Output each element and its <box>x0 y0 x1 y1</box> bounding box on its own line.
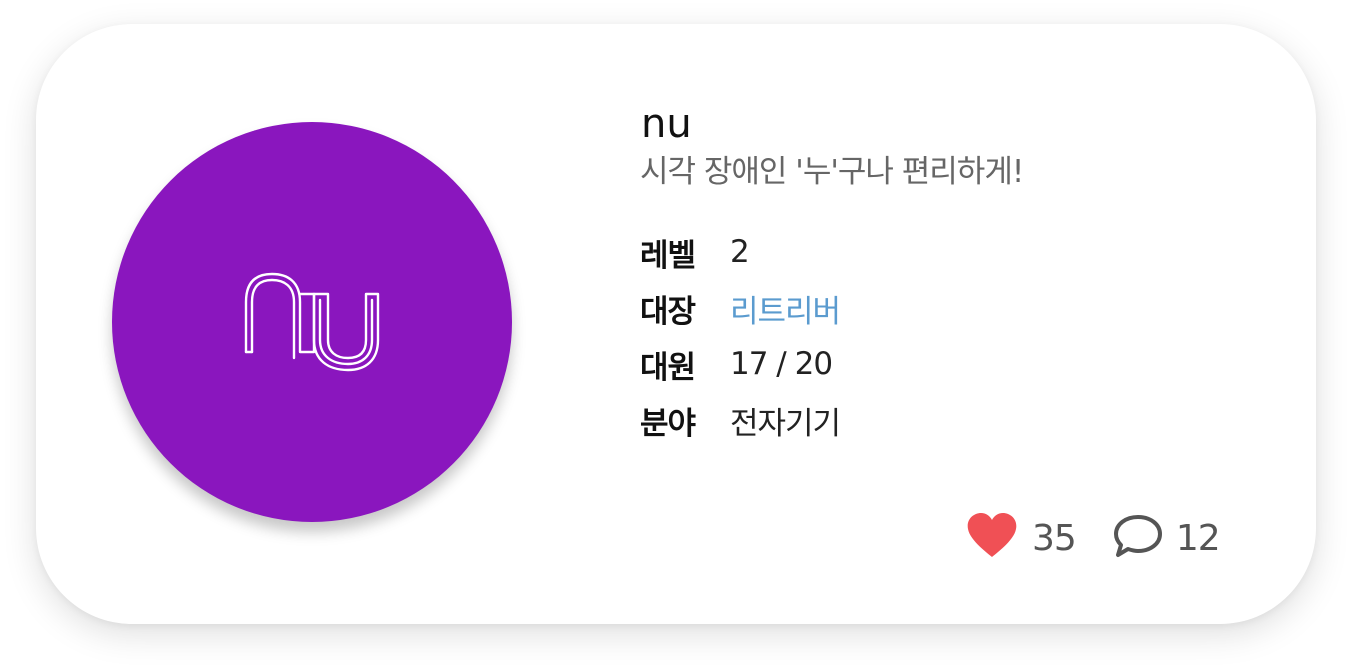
comment-icon[interactable] <box>1112 513 1164 563</box>
info-row-leader: 대장 리트리버 <box>640 286 841 331</box>
info-label: 분야 <box>640 405 696 442</box>
heart-icon[interactable] <box>966 513 1018 563</box>
team-stats: 35 12 <box>966 513 1221 563</box>
like-count: 35 <box>1032 517 1077 559</box>
nu-logo <box>244 272 380 372</box>
info-row-field: 분야 전자기기 <box>640 398 841 442</box>
info-value: 전자기기 <box>730 405 841 442</box>
team-tagline: 시각 장애인 '누'구나 편리하게! <box>640 154 1024 190</box>
info-row-level: 레벨 2 <box>640 230 750 274</box>
team-card[interactable]: nu 시각 장애인 '누'구나 편리하게! 레벨 2 대장 리트리버 대원 17… <box>36 24 1316 624</box>
comment-count: 12 <box>1175 517 1221 559</box>
info-label: 레벨 <box>640 237 696 274</box>
info-label: 대장 <box>640 293 696 330</box>
info-label: 대원 <box>640 349 696 386</box>
leader-link[interactable]: 리트리버 <box>730 286 841 331</box>
team-name: nu <box>641 101 692 147</box>
info-value: 17 / 20 <box>730 346 833 382</box>
info-row-members: 대원 17 / 20 <box>640 342 833 386</box>
info-value: 2 <box>730 234 750 270</box>
team-logo-avatar[interactable] <box>112 122 512 522</box>
